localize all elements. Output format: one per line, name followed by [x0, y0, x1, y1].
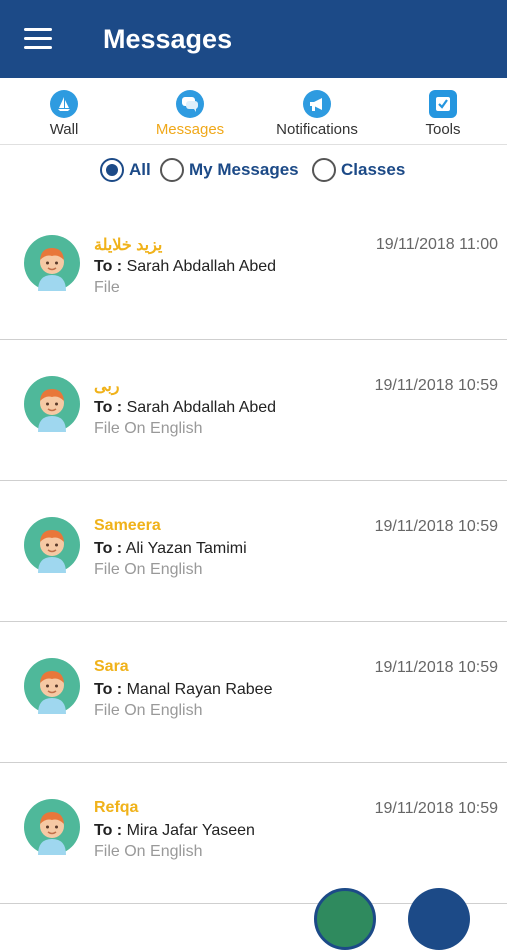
sender-name: ربى	[94, 378, 120, 395]
to-label: To :	[94, 822, 123, 839]
recipient-line: To : Manal Rayan Rabee	[94, 681, 272, 699]
sender-name: يزيد خلايلة	[94, 237, 163, 254]
message-filter: All My Messages Classes	[0, 158, 507, 188]
filter-label: All	[129, 160, 151, 179]
radio-checked-icon	[100, 158, 124, 182]
filter-my-messages-radio[interactable]: My Messages	[160, 158, 299, 182]
sender-name: Refqa	[94, 799, 139, 816]
message-row[interactable]: ربى 19/11/2018 10:59 To : Sarah Abdallah…	[0, 340, 507, 481]
filter-label: My Messages	[189, 160, 299, 179]
app-bar: Messages	[0, 0, 507, 78]
message-date: 19/11/2018 11:00	[375, 236, 498, 253]
chat-bubble-icon	[176, 90, 204, 118]
hamburger-menu-icon[interactable]	[24, 28, 52, 50]
filter-label: Classes	[341, 160, 406, 179]
message-subject: File On English	[94, 561, 203, 578]
to-label: To :	[94, 681, 123, 698]
message-subject: File On English	[94, 702, 203, 719]
checkbox-icon	[429, 90, 457, 118]
message-row[interactable]: Refqa 19/11/2018 10:59 To : Mira Jafar Y…	[0, 763, 507, 904]
filter-all-radio[interactable]: All	[100, 158, 151, 182]
recipient-name: Mira Jafar Yaseen	[126, 822, 255, 839]
recipient-line: To : Ali Yazan Tamimi	[94, 540, 247, 558]
avatar-icon	[24, 799, 80, 855]
tab-label: Tools	[425, 121, 461, 138]
filter-classes-radio[interactable]: Classes	[312, 158, 405, 182]
sender-name: Sara	[94, 658, 129, 675]
avatar-icon	[24, 235, 80, 291]
avatar-icon	[24, 376, 80, 432]
radio-unchecked-icon	[312, 158, 336, 182]
tab-messages[interactable]: Messages	[127, 90, 253, 139]
recipient-name: Sarah Abdallah Abed	[126, 258, 277, 275]
message-subject: File On English	[94, 420, 203, 437]
message-row[interactable]: يزيد خلايلة 19/11/2018 11:00 To : Sarah …	[0, 199, 507, 340]
tab-wall[interactable]: Wall	[1, 90, 127, 139]
message-subject: File On English	[94, 843, 203, 860]
recipient-name: Sarah Abdallah Abed	[126, 399, 277, 416]
message-date: 19/11/2018 10:59	[374, 377, 498, 394]
tab-tools[interactable]: Tools	[380, 90, 506, 139]
recipient-line: To : Sarah Abdallah Abed	[94, 258, 276, 276]
to-label: To :	[94, 540, 123, 557]
to-label: To :	[94, 258, 123, 275]
megaphone-icon	[303, 90, 331, 118]
message-subject: File	[94, 279, 120, 296]
recipient-name: Ali Yazan Tamimi	[125, 540, 247, 557]
sailboat-icon	[50, 90, 78, 118]
floating-action-button-compose[interactable]	[408, 888, 470, 950]
tab-bar: Wall Messages Notifications Tools	[0, 82, 507, 145]
page-title: Messages	[103, 24, 233, 54]
message-date: 19/11/2018 10:59	[374, 800, 498, 817]
message-list: يزيد خلايلة 19/11/2018 11:00 To : Sarah …	[0, 199, 507, 904]
floating-action-button-secondary[interactable]	[314, 888, 376, 950]
tab-label: Wall	[49, 121, 79, 138]
tab-label: Notifications	[276, 121, 358, 138]
avatar-icon	[24, 517, 80, 573]
to-label: To :	[94, 399, 123, 416]
avatar-icon	[24, 658, 80, 714]
radio-unchecked-icon	[160, 158, 184, 182]
recipient-name: Manal Rayan Rabee	[126, 681, 273, 698]
message-date: 19/11/2018 10:59	[374, 659, 498, 676]
recipient-line: To : Mira Jafar Yaseen	[94, 822, 255, 840]
tab-label: Messages	[155, 121, 225, 138]
sender-name: Sameera	[94, 517, 161, 534]
message-row[interactable]: Sara 19/11/2018 10:59 To : Manal Rayan R…	[0, 622, 507, 763]
message-row[interactable]: Sameera 19/11/2018 10:59 To : Ali Yazan …	[0, 481, 507, 622]
recipient-line: To : Sarah Abdallah Abed	[94, 399, 276, 417]
tab-notifications[interactable]: Notifications	[254, 90, 380, 139]
message-date: 19/11/2018 10:59	[374, 518, 498, 535]
